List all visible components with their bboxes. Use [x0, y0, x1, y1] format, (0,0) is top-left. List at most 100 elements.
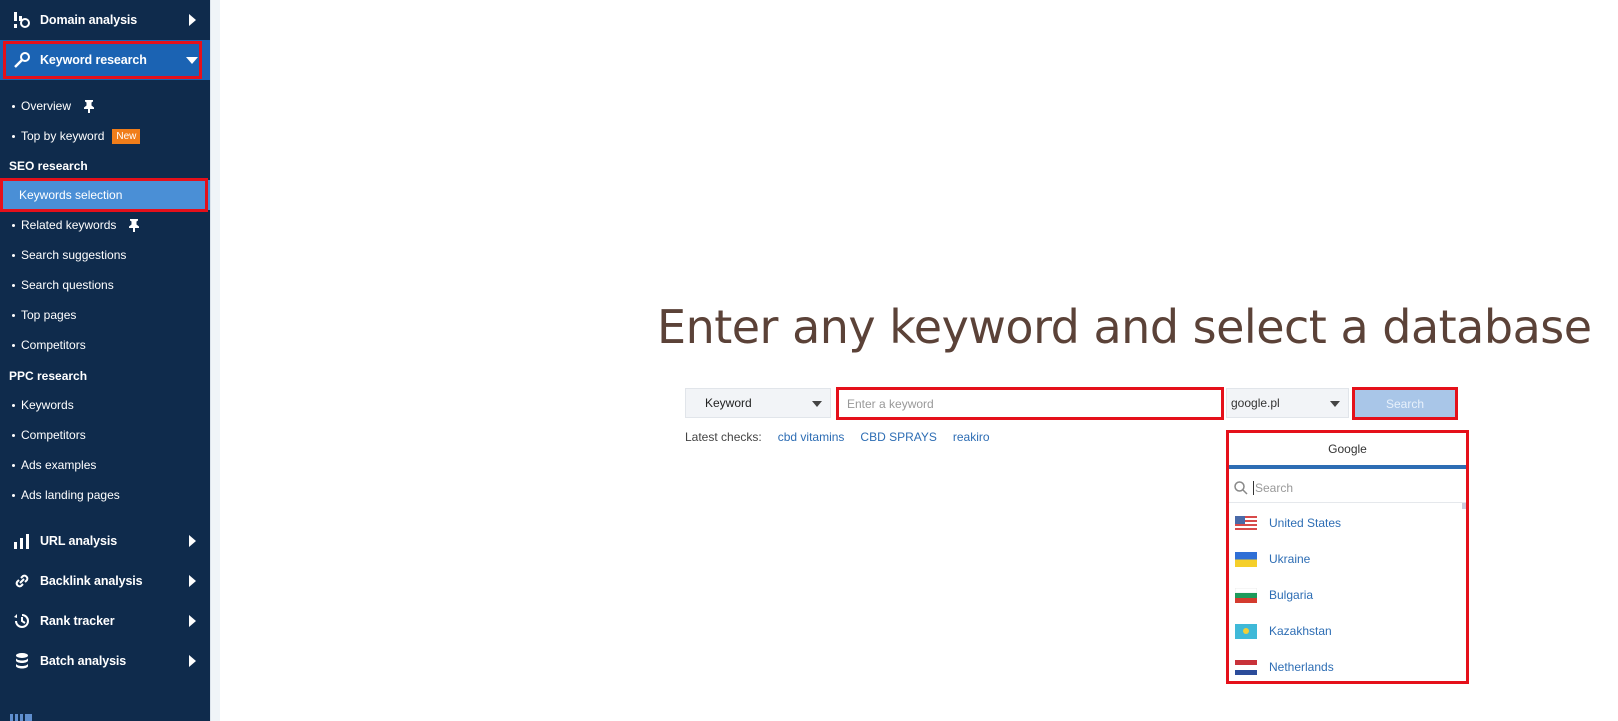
history-icon	[12, 611, 32, 631]
pin-icon[interactable]	[83, 99, 95, 113]
caret-down-icon	[1330, 401, 1340, 407]
sidebar-item-top-pages[interactable]: Top pages	[0, 300, 210, 330]
sidebar-item-label: Related keywords	[21, 218, 117, 232]
chevron-right-icon	[189, 575, 196, 587]
link-icon	[12, 571, 32, 591]
sidebar-item-competitors-seo[interactable]: Competitors	[0, 330, 210, 360]
sidebar-item-label: Keywords	[21, 398, 74, 412]
bullet	[12, 253, 15, 257]
sidebar-item-label: Top pages	[21, 308, 77, 322]
search-button-label: Search	[1385, 396, 1425, 411]
database-value: google.pl	[1231, 396, 1280, 410]
sidebar-item-ads-landing-pages[interactable]: Ads landing pages	[0, 480, 210, 510]
latest-checks-label: Latest checks:	[685, 430, 762, 444]
pin-icon[interactable]	[128, 218, 140, 232]
bullet	[12, 134, 15, 138]
sidebar-item-label: Competitors	[21, 428, 86, 442]
sidebar-item-top-by-keyword[interactable]: Top by keyword New	[0, 121, 210, 151]
database-select[interactable]: google.pl	[1226, 388, 1349, 418]
chevron-right-icon	[189, 535, 196, 547]
sidebar-item-label: Ads landing pages	[21, 488, 120, 502]
sidebar-item-label: Batch analysis	[40, 654, 127, 668]
sidebar-item-label: Top by keyword	[21, 129, 105, 143]
domain-analysis-icon	[12, 10, 32, 30]
country-name: Bulgaria	[1269, 588, 1314, 602]
database-dropdown: Google Search United States Ukraine Bulg…	[1226, 430, 1469, 684]
chevron-right-icon	[189, 615, 196, 627]
chevron-right-icon	[189, 655, 196, 667]
bullet	[12, 403, 15, 407]
sidebar-item-label: Keywords selection	[19, 188, 123, 202]
sidebar: Domain analysis Keyword research Overvie…	[0, 0, 210, 721]
sidebar-item-label: Keyword research	[40, 53, 147, 67]
sidebar-item-keywords-ppc[interactable]: Keywords	[0, 390, 210, 420]
tab-label: Google	[1328, 442, 1367, 456]
latest-check-link[interactable]: cbd vitamins	[778, 430, 845, 444]
latest-checks: Latest checks: cbd vitamins CBD SPRAYS r…	[685, 430, 990, 444]
chevron-right-icon	[189, 14, 196, 26]
sidebar-item-competitors-ppc[interactable]: Competitors	[0, 420, 210, 450]
search-placeholder: Search	[1255, 480, 1294, 495]
search-type-value: Keyword	[705, 396, 752, 410]
sidebar-item-batch-analysis[interactable]: Batch analysis	[0, 641, 210, 681]
search-type-select[interactable]: Keyword	[685, 388, 831, 418]
country-option[interactable]: Kazakhstan	[1229, 613, 1466, 649]
sidebar-item-ads-examples[interactable]: Ads examples	[0, 450, 210, 480]
sidebar-item-label: Domain analysis	[40, 13, 138, 27]
sidebar-divider	[210, 0, 220, 721]
bullet	[12, 104, 15, 108]
us-flag-icon	[1235, 515, 1257, 531]
keyword-placeholder: Enter a keyword	[847, 396, 934, 411]
search-button[interactable]: Search	[1352, 387, 1458, 420]
country-name: Kazakhstan	[1269, 624, 1332, 638]
sidebar-item-backlink-analysis[interactable]: Backlink analysis	[0, 561, 210, 601]
country-name: Ukraine	[1269, 552, 1311, 566]
bullet	[12, 493, 15, 497]
bullet	[12, 463, 15, 467]
sidebar-item-search-questions[interactable]: Search questions	[0, 270, 210, 300]
sidebar-item-search-suggestions[interactable]: Search suggestions	[0, 240, 210, 270]
ua-flag-icon	[1235, 551, 1257, 567]
bullet	[12, 313, 15, 317]
new-badge: New	[112, 128, 141, 144]
sidebar-item-domain-analysis[interactable]: Domain analysis	[0, 0, 210, 40]
latest-check-link[interactable]: CBD SPRAYS	[860, 430, 936, 444]
country-name: Netherlands	[1269, 660, 1334, 674]
bullet	[12, 433, 15, 437]
sidebar-item-label: Competitors	[21, 338, 86, 352]
sidebar-item-label: Backlink analysis	[40, 574, 143, 588]
group-label-ppc: PPC research	[9, 369, 88, 383]
text-cursor	[1253, 480, 1254, 495]
sidebar-item-rank-tracker[interactable]: Rank tracker	[0, 601, 210, 641]
tab-google[interactable]: Google	[1229, 433, 1466, 469]
sidebar-item-keywords-selection[interactable]: Keywords selection	[0, 180, 210, 210]
country-name: United States	[1269, 516, 1342, 530]
sidebar-item-label: Search questions	[21, 278, 114, 292]
country-search-input[interactable]: Search	[1229, 473, 1466, 503]
nl-flag-icon	[1235, 659, 1257, 675]
search-icon	[1233, 480, 1249, 496]
country-option[interactable]: Bulgaria	[1229, 577, 1466, 613]
latest-check-link[interactable]: reakiro	[953, 430, 990, 444]
chevron-down-icon	[186, 57, 198, 64]
country-option[interactable]: Ukraine	[1229, 541, 1466, 577]
sidebar-item-url-analysis[interactable]: URL analysis	[0, 521, 210, 561]
sidebar-item-related-keywords[interactable]: Related keywords	[0, 210, 210, 240]
partial-next-icon	[10, 710, 32, 721]
key-icon	[12, 50, 32, 70]
country-option[interactable]: United States	[1229, 505, 1466, 541]
page-title: Enter any keyword and select a database	[657, 300, 1592, 354]
group-label-seo: SEO research	[9, 159, 88, 173]
sidebar-item-label: Search suggestions	[21, 248, 127, 262]
database-icon	[12, 651, 32, 671]
bg-flag-icon	[1235, 587, 1257, 603]
sidebar-item-overview[interactable]: Overview	[0, 91, 210, 121]
country-option[interactable]: Netherlands	[1229, 649, 1466, 681]
sidebar-item-label: Overview	[21, 99, 72, 113]
sidebar-item-label: Rank tracker	[40, 614, 115, 628]
caret-down-icon	[812, 401, 822, 407]
bullet	[12, 223, 15, 227]
sidebar-item-label: URL analysis	[40, 534, 118, 548]
keyword-input[interactable]: Enter a keyword	[836, 387, 1224, 420]
sidebar-item-keyword-research[interactable]: Keyword research	[0, 40, 210, 80]
